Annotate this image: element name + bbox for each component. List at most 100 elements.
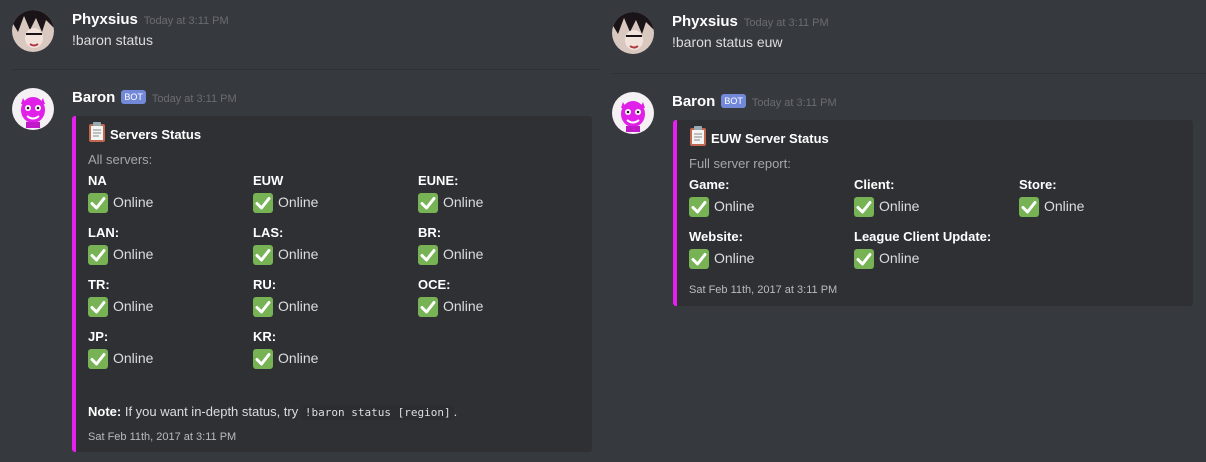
- status-text: Online: [113, 350, 154, 366]
- embed-euw-server-status: EUW Server Status Full server report: Ga…: [673, 120, 1193, 306]
- field-value: Online: [689, 194, 849, 218]
- field-value: Online: [854, 246, 1014, 270]
- message-divider: [612, 73, 1206, 74]
- field-value: Online: [88, 242, 248, 266]
- field-name: JP:: [88, 329, 109, 344]
- embed-field: NA Online: [88, 172, 248, 214]
- embed-field: LAS: Online: [253, 224, 413, 266]
- embed-field: LAN: Online: [88, 224, 248, 266]
- white-check-mark-icon: [88, 193, 108, 214]
- chat-pane-right: Phyxsius Today at 3:11 PM !baron status e…: [600, 0, 1206, 462]
- field-value: Online: [253, 294, 413, 318]
- white-check-mark-icon: [689, 249, 709, 270]
- clipboard-icon: [689, 126, 707, 151]
- field-value: Online: [689, 246, 849, 270]
- field-name: League Client Update:: [854, 229, 992, 244]
- embed-field: JP: Online: [88, 328, 248, 370]
- bot-tag: BOT: [121, 90, 146, 104]
- status-text: Online: [278, 298, 319, 314]
- username[interactable]: Baron: [72, 89, 115, 106]
- field-name: OCE:: [418, 277, 451, 292]
- field-value: Online: [88, 294, 248, 318]
- message-text: !baron status: [72, 32, 153, 48]
- timestamp: Today at 3:11 PM: [143, 15, 229, 27]
- white-check-mark-icon: [88, 297, 108, 318]
- field-name: Website:: [689, 229, 743, 244]
- note-label: Note:: [88, 404, 122, 419]
- embed-title-text: EUW Server Status: [711, 131, 829, 146]
- status-text: Online: [113, 298, 154, 314]
- embed-field: EUNE: Online: [418, 172, 578, 214]
- white-check-mark-icon: [418, 245, 438, 266]
- field-value: Online: [1019, 194, 1179, 218]
- note-text: If you want in-depth status, try: [121, 404, 302, 419]
- timestamp: Today at 3:11 PM: [151, 93, 237, 105]
- status-text: Online: [113, 194, 154, 210]
- field-name: RU:: [253, 277, 277, 292]
- embed-field: KR: Online: [253, 328, 413, 370]
- white-check-mark-icon: [253, 193, 273, 214]
- bot-avatar[interactable]: [12, 88, 54, 130]
- avatar[interactable]: [12, 10, 54, 52]
- field-name: TR:: [88, 277, 110, 292]
- note-end: .: [453, 404, 458, 419]
- embed-footer: Sat Feb 11th, 2017 at 3:11 PM: [689, 284, 838, 296]
- field-value: Online: [253, 346, 413, 370]
- field-name: Store:: [1019, 177, 1057, 192]
- status-text: Online: [443, 246, 484, 262]
- embed-note: Note: If you want in-depth status, try !…: [88, 404, 458, 420]
- bot-tag: BOT: [721, 94, 746, 108]
- field-name: EUW: [253, 173, 284, 188]
- timestamp: Today at 3:11 PM: [743, 17, 829, 29]
- embed-field: TR: Online: [88, 276, 248, 318]
- bot-avatar[interactable]: [612, 92, 654, 134]
- field-value: Online: [418, 190, 578, 214]
- embed-title: EUW Server Status: [689, 126, 829, 151]
- note-code: !baron status [region]: [301, 405, 454, 420]
- field-name: Game:: [689, 177, 730, 192]
- white-check-mark-icon: [253, 297, 273, 318]
- field-name: KR:: [253, 329, 277, 344]
- white-check-mark-icon: [253, 245, 273, 266]
- timestamp: Today at 3:11 PM: [751, 97, 837, 109]
- embed-field: Website: Online: [689, 228, 849, 270]
- embed-footer: Sat Feb 11th, 2017 at 3:11 PM: [88, 431, 237, 443]
- field-value: Online: [88, 346, 248, 370]
- embed-title: Servers Status: [88, 122, 201, 147]
- status-text: Online: [443, 298, 484, 314]
- embed-field: BR: Online: [418, 224, 578, 266]
- field-name: BR:: [418, 225, 442, 240]
- white-check-mark-icon: [854, 249, 874, 270]
- embed-field: Game: Online: [689, 176, 849, 218]
- field-name: NA: [88, 173, 107, 188]
- field-name: Client:: [854, 177, 895, 192]
- embed-field: EUW Online: [253, 172, 413, 214]
- field-value: Online: [418, 242, 578, 266]
- embed-field: League Client Update: Online: [854, 228, 1014, 270]
- white-check-mark-icon: [253, 349, 273, 370]
- status-text: Online: [278, 246, 319, 262]
- field-name: LAS:: [253, 225, 284, 240]
- status-text: Online: [278, 194, 319, 210]
- username[interactable]: Baron: [672, 93, 715, 110]
- field-value: Online: [418, 294, 578, 318]
- username[interactable]: Phyxsius: [72, 11, 138, 28]
- username[interactable]: Phyxsius: [672, 13, 738, 30]
- status-text: Online: [714, 250, 755, 266]
- status-text: Online: [879, 198, 920, 214]
- embed-description: Full server report:: [689, 156, 791, 171]
- embed-title-text: Servers Status: [110, 127, 202, 142]
- status-text: Online: [443, 194, 484, 210]
- avatar[interactable]: [612, 12, 654, 54]
- field-value: Online: [253, 242, 413, 266]
- field-name: LAN:: [88, 225, 120, 240]
- field-name: EUNE:: [418, 173, 459, 188]
- embed-servers-status: Servers Status All servers: NA Online EUW O…: [72, 116, 592, 452]
- status-text: Online: [714, 198, 755, 214]
- embed-description: All servers:: [88, 152, 153, 167]
- field-value: Online: [88, 190, 248, 214]
- clipboard-icon: [88, 122, 106, 147]
- embed-field: Client: Online: [854, 176, 1014, 218]
- embed-field: RU: Online: [253, 276, 413, 318]
- white-check-mark-icon: [1019, 197, 1039, 218]
